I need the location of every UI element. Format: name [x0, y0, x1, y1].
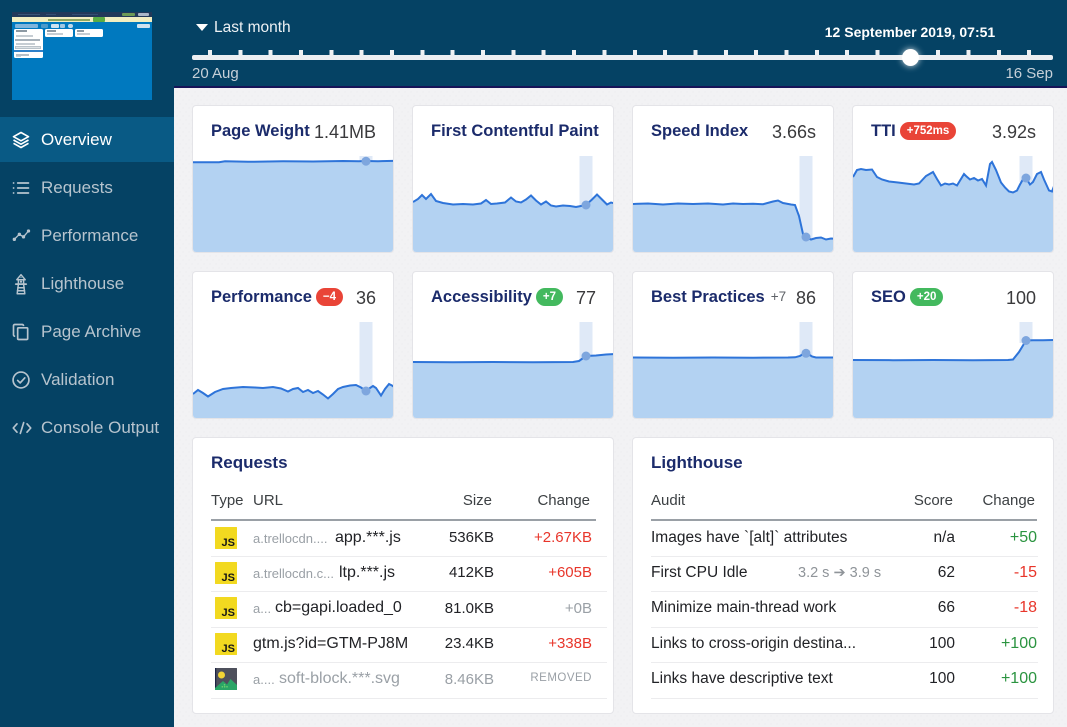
- svg-text:JS: JS: [222, 607, 235, 619]
- svg-text:JS: JS: [222, 537, 235, 549]
- svg-text:JS: JS: [222, 643, 235, 655]
- svg-text:JS: JS: [222, 572, 235, 584]
